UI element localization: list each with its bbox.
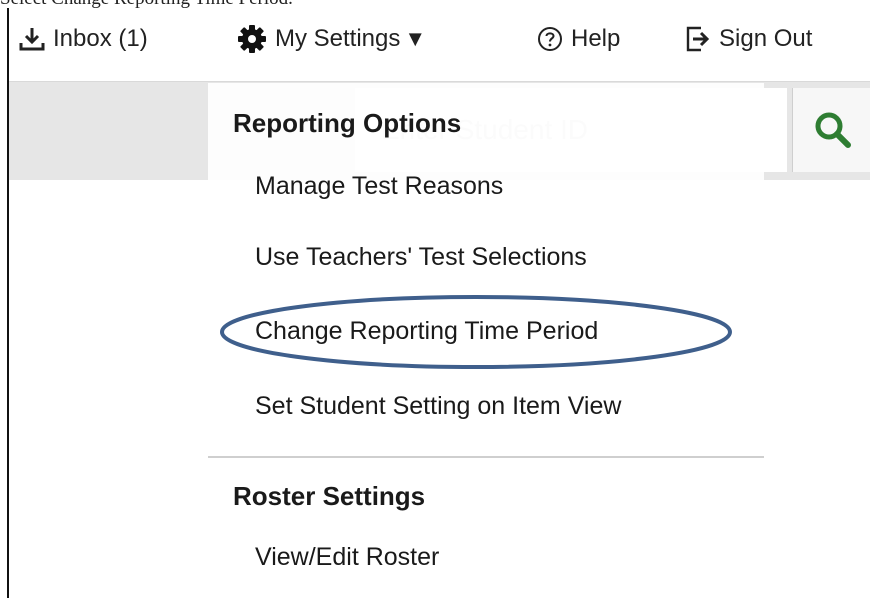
top-toolbar: Inbox (1) My Settings ▼ Help Sign Out <box>9 8 870 82</box>
screenshot-frame: Inbox (1) My Settings ▼ Help Sign Out En… <box>7 8 870 598</box>
help-link[interactable]: Help <box>537 24 620 54</box>
menu-item-set-student-setting-item-view[interactable]: Set Student Setting on Item View <box>255 392 621 421</box>
my-settings-label: My Settings <box>275 25 401 52</box>
menu-divider <box>208 456 764 458</box>
search-icon <box>815 112 851 148</box>
instruction-caption: Select Change Reporting Time Period. <box>0 0 870 8</box>
caret-down-icon: ▼ <box>404 26 427 51</box>
inbox-label: Inbox (1) <box>53 25 148 52</box>
inbox-link[interactable]: Inbox (1) <box>19 24 148 54</box>
reporting-options-heading: Reporting Options <box>233 108 462 138</box>
menu-item-use-teachers-test-selections[interactable]: Use Teachers' Test Selections <box>255 243 587 272</box>
menu-item-view-edit-roster[interactable]: View/Edit Roster <box>255 543 439 572</box>
my-settings-dropdown: Reporting Options Manage Test Reasons Us… <box>208 83 764 598</box>
menu-item-manage-test-reasons[interactable]: Manage Test Reasons <box>255 172 503 201</box>
sign-out-link[interactable]: Sign Out <box>685 24 812 54</box>
roster-settings-heading: Roster Settings <box>233 481 426 511</box>
my-settings-menu[interactable]: My Settings ▼ <box>237 24 426 54</box>
gear-icon <box>238 25 266 53</box>
sign-out-label: Sign Out <box>719 25 813 52</box>
highlight-ellipse <box>220 295 732 369</box>
help-label: Help <box>571 25 621 52</box>
download-tray-icon <box>19 28 45 51</box>
search-button[interactable] <box>792 88 870 172</box>
question-circle-icon <box>538 27 562 51</box>
sign-out-icon <box>686 26 710 52</box>
